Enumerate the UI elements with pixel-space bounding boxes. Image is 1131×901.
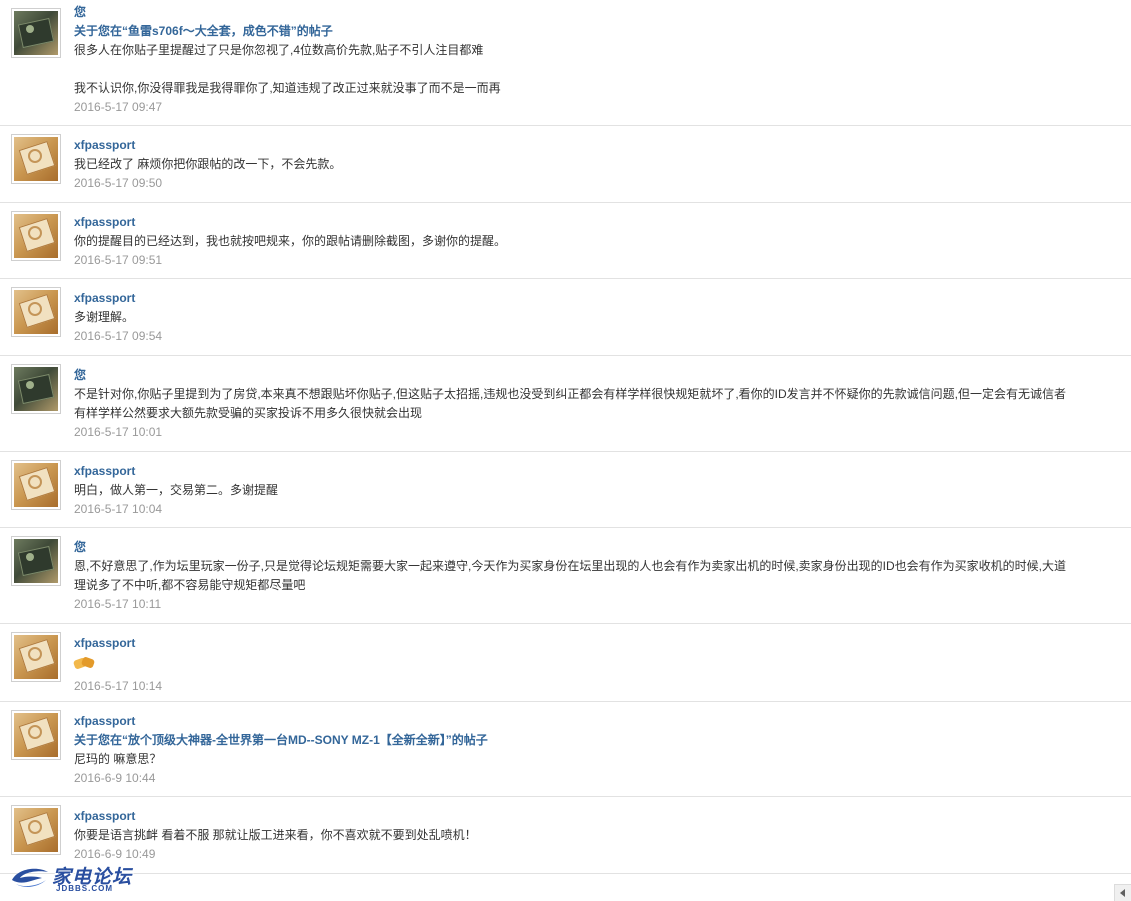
message-time: 2016-5-17 09:54 — [74, 329, 163, 343]
message-item: xfpassport 多谢理解。 2016-5-17 09:54 — [0, 279, 1131, 356]
message-time: 2016-5-17 09:47 — [74, 100, 163, 114]
handshake-emoji-icon — [74, 656, 94, 670]
cd-player-avatar-icon — [14, 635, 58, 679]
author-name[interactable]: 您 — [74, 3, 1121, 22]
avatar[interactable] — [11, 8, 61, 58]
cd-player-avatar-icon — [14, 214, 58, 258]
message-time: 2016-5-17 10:04 — [74, 502, 163, 516]
message-text: 恩,不好意思了,作为坛里玩家一份子,只是觉得论坛规矩需要大家一起来遵守,今天作为… — [74, 559, 1067, 592]
swirl-logo-icon — [12, 868, 48, 887]
message-item: xfpassport 明白，做人第一，交易第二。多谢提醒 2016-5-17 1… — [0, 452, 1131, 528]
message-text: 明白，做人第一，交易第二。多谢提醒 — [74, 483, 279, 497]
message-item: 您 恩,不好意思了,作为坛里玩家一份子,只是觉得论坛规矩需要大家一起来遵守,今天… — [0, 528, 1131, 624]
message-text: 你的提醒目的已经达到，我也就按吧规来，你的跟帖请删除截图，多谢你的提醒。 — [74, 234, 507, 248]
author-name[interactable]: xfpassport — [74, 136, 1121, 155]
message-item: xfpassport 我已经改了 麻烦你把你跟帖的改一下，不会先款。 2016-… — [0, 126, 1131, 203]
scroll-left-arrow-icon[interactable] — [1114, 884, 1131, 901]
message-subject[interactable]: 关于您在“鱼雷s706f～大全套，成色不错”的帖子 — [74, 22, 1121, 41]
message-text: 多谢理解。 — [74, 310, 135, 324]
console-avatar-icon — [14, 367, 58, 411]
message-item: xfpassport 2016-5-17 10:14 — [0, 624, 1131, 702]
message-time: 2016-5-17 10:01 — [74, 425, 163, 439]
author-name[interactable]: xfpassport — [74, 807, 1121, 826]
cd-player-avatar-icon — [14, 137, 58, 181]
message-item: 您 关于您在“鱼雷s706f～大全套，成色不错”的帖子 很多人在你贴子里提醒过了… — [0, 0, 1131, 126]
avatar[interactable] — [11, 211, 61, 261]
author-name[interactable]: 您 — [74, 538, 1121, 557]
cd-player-avatar-icon — [14, 808, 58, 852]
message-time: 2016-5-17 10:11 — [74, 597, 162, 611]
author-name[interactable]: xfpassport — [74, 213, 1121, 232]
watermark-domain: JDBBS.COM — [56, 884, 114, 893]
message-subject[interactable]: 关于您在“放个顶级大神器-全世界第一台MD--SONY MZ-1【全新全新】”的… — [74, 731, 1121, 750]
message-item: 您 不是针对你,你贴子里提到为了房贷,本来真不想跟贴坏你贴子,但这贴子太招摇,违… — [0, 356, 1131, 452]
message-time: 2016-5-17 10:14 — [74, 679, 163, 693]
message-thread: 您 关于您在“鱼雷s706f～大全套，成色不错”的帖子 很多人在你贴子里提醒过了… — [0, 0, 1131, 901]
author-name[interactable]: xfpassport — [74, 462, 1121, 481]
author-name[interactable]: xfpassport — [74, 634, 1121, 653]
avatar[interactable] — [11, 710, 61, 760]
message-item: xfpassport 你要是语言挑衅 看着不服 那就让版工进来看，你不喜欢就不要… — [0, 797, 1131, 874]
message-time: 2016-5-17 09:50 — [74, 176, 163, 190]
message-text: 我已经改了 麻烦你把你跟帖的改一下，不会先款。 — [74, 157, 342, 171]
cd-player-avatar-icon — [14, 290, 58, 334]
message-text: 很多人在你贴子里提醒过了只是你忽视了,4位数高价先款,贴子不引人注目都难 我不认… — [74, 43, 501, 95]
message-time: 2016-5-17 09:51 — [74, 253, 163, 267]
author-name[interactable]: xfpassport — [74, 712, 1121, 731]
cd-player-avatar-icon — [14, 463, 58, 507]
cd-player-avatar-icon — [14, 713, 58, 757]
avatar[interactable] — [11, 632, 61, 682]
message-item: xfpassport 你的提醒目的已经达到，我也就按吧规来，你的跟帖请删除截图，… — [0, 203, 1131, 279]
console-avatar-icon — [14, 11, 58, 55]
message-text: 你要是语言挑衅 看着不服 那就让版工进来看，你不喜欢就不要到处乱喷机！ — [74, 828, 477, 842]
message-time: 2016-6-9 10:44 — [74, 771, 156, 785]
avatar[interactable] — [11, 364, 61, 414]
author-name[interactable]: 您 — [74, 366, 1121, 385]
avatar[interactable] — [11, 536, 61, 586]
avatar[interactable] — [11, 805, 61, 855]
message-time: 2016-6-9 10:49 — [74, 847, 156, 861]
console-avatar-icon — [14, 539, 58, 583]
author-name[interactable]: xfpassport — [74, 289, 1121, 308]
avatar[interactable] — [11, 287, 61, 337]
avatar[interactable] — [11, 134, 61, 184]
message-text: 不是针对你,你贴子里提到为了房贷,本来真不想跟贴坏你贴子,但这贴子太招摇,违规也… — [74, 387, 1067, 420]
site-watermark: 家电论坛 JDBBS.COM — [8, 860, 138, 896]
message-text — [74, 653, 1121, 677]
avatar[interactable] — [11, 460, 61, 510]
message-text: 尼玛的 嘛意思？ — [74, 752, 162, 766]
message-item: xfpassport 关于您在“放个顶级大神器-全世界第一台MD--SONY M… — [0, 702, 1131, 797]
